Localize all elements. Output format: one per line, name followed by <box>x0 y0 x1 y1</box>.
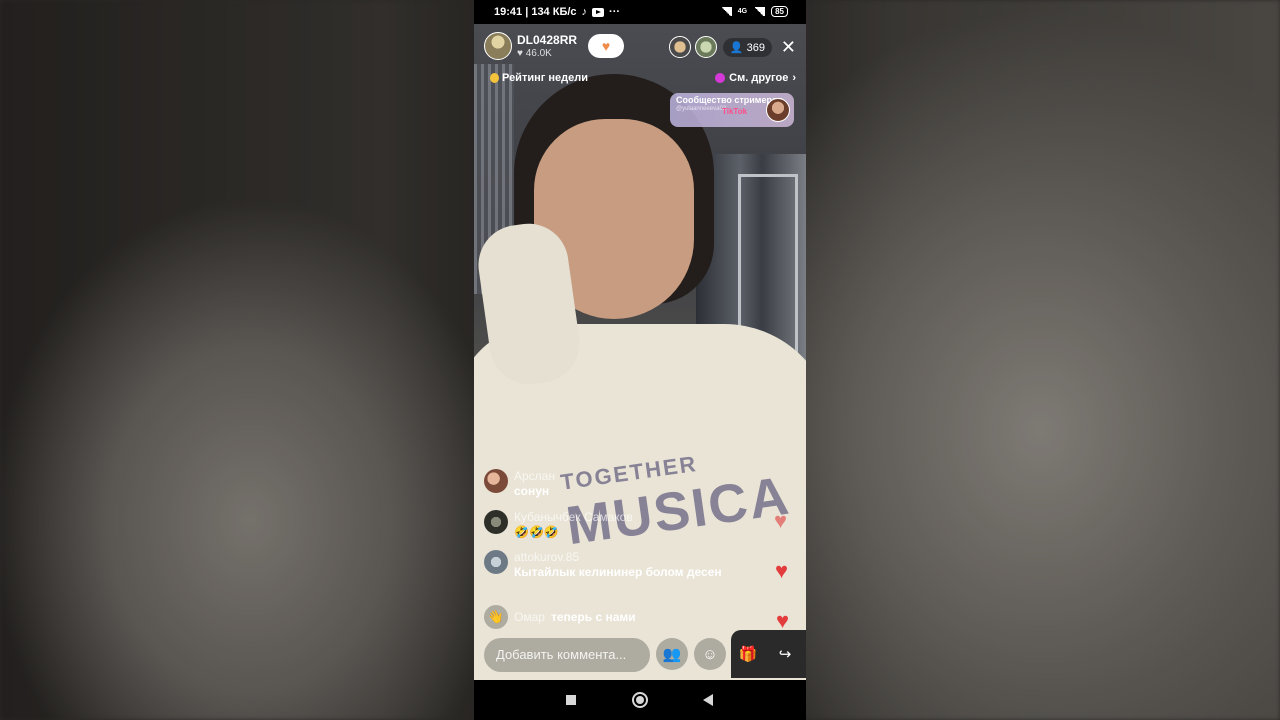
weekly-rating-label: Рейтинг недели <box>502 72 588 84</box>
smile-icon: ☺ <box>702 645 718 663</box>
close-icon[interactable]: ✕ <box>781 38 796 56</box>
more-icon: ··· <box>609 6 621 18</box>
youtube-icon <box>592 7 605 17</box>
host-avatar[interactable] <box>484 32 512 60</box>
people-icon: 👥 <box>662 646 682 663</box>
chat-avatar[interactable] <box>484 469 508 493</box>
status-time: 19:41 | 134 КБ/с <box>494 6 577 18</box>
screen: 19:41 | 134 КБ/с ♪ ··· 4G 85 TOGETHER MU… <box>0 0 1280 720</box>
follow-button[interactable]: ♥ <box>588 34 625 58</box>
android-nav-bar <box>474 680 806 720</box>
chat-text: сонун <box>514 484 550 498</box>
status-bar: 19:41 | 134 КБ/с ♪ ··· 4G 85 <box>474 0 806 24</box>
comment-input[interactable]: Добавить коммента... <box>484 638 650 672</box>
heart-icon: ♥ <box>776 608 790 633</box>
gift-icon: 🎁 <box>738 646 758 663</box>
chat-username: Кубанычбек Самаков <box>514 510 633 524</box>
host-likes-value: 46.0K <box>525 48 552 59</box>
viewer-strip[interactable]: 👤 369 <box>668 36 772 58</box>
trophy-icon <box>490 73 499 83</box>
live-dot-icon <box>715 73 726 83</box>
signal-icon <box>719 7 732 16</box>
battery-icon: 85 <box>771 6 788 17</box>
viewer-avatar[interactable] <box>694 36 717 58</box>
multi-guest-button[interactable]: 👥 <box>656 638 688 670</box>
wave-hand-icon: 👋 <box>484 605 508 629</box>
home-icon[interactable] <box>632 692 648 708</box>
tiktok-icon: ♪ <box>581 6 588 18</box>
join-notice: 👋 Омар теперь с нами <box>484 605 636 629</box>
weekly-rating[interactable]: Рейтинг недели <box>490 72 588 84</box>
heart-plus-icon: ♥ <box>601 38 611 54</box>
chat-avatar[interactable] <box>484 510 508 534</box>
host-likes: ♥ 46.0K <box>517 48 552 59</box>
gift-button[interactable]: 🎁 <box>732 638 764 670</box>
host-name: DL0428RR <box>517 33 578 47</box>
chat-message[interactable]: Арслан сонун <box>484 469 555 499</box>
see-other[interactable]: См. другое › <box>715 72 796 84</box>
chat-username: attokurov.85 <box>514 550 580 564</box>
effects-button[interactable]: ☺ <box>694 638 726 670</box>
community-avatar <box>766 98 790 122</box>
signal-icon-2 <box>753 7 766 16</box>
network-label: 4G <box>737 8 748 15</box>
join-text: теперь с нами <box>550 610 636 624</box>
chevron-right-icon: › <box>792 72 796 84</box>
chat-text: 🤣🤣🤣 <box>514 525 559 539</box>
streamer-community-banner[interactable]: Сообщество стримеров TikTok @yulaanneeev… <box>670 93 794 127</box>
host-info[interactable]: DL0428RR ♥ 46.0K ♥ <box>484 32 625 60</box>
join-username: Омар <box>514 610 545 624</box>
chat-avatar[interactable] <box>484 550 508 574</box>
viewer-avatar[interactable] <box>668 36 691 58</box>
viewer-count[interactable]: 👤 369 <box>722 37 772 57</box>
share-icon: ↪ <box>778 646 792 663</box>
chat-message[interactable]: attokurov.85 Кытайлык келининер болом де… <box>484 550 722 580</box>
heart-icon: ♥ <box>775 558 789 583</box>
live-video: TOGETHER MUSICA DL0428RR ♥ 46.0K ♥ 👤 369… <box>474 24 806 680</box>
community-tag: TikTok <box>722 107 748 116</box>
chat-message[interactable]: Кубанычбек Самаков 🤣🤣🤣 <box>484 510 633 540</box>
viewer-count-value: 369 <box>746 41 765 54</box>
chat-username: Арслан <box>514 469 555 483</box>
see-other-label: См. другое <box>729 72 789 84</box>
recents-icon[interactable] <box>566 695 576 705</box>
heart-icon: ♥ <box>774 508 788 533</box>
back-icon[interactable] <box>703 694 713 706</box>
chat-text: Кытайлык келининер болом десен <box>514 565 722 579</box>
phone-frame: 19:41 | 134 КБ/с ♪ ··· 4G 85 TOGETHER MU… <box>474 0 806 720</box>
share-button[interactable]: ↪ <box>769 638 801 670</box>
